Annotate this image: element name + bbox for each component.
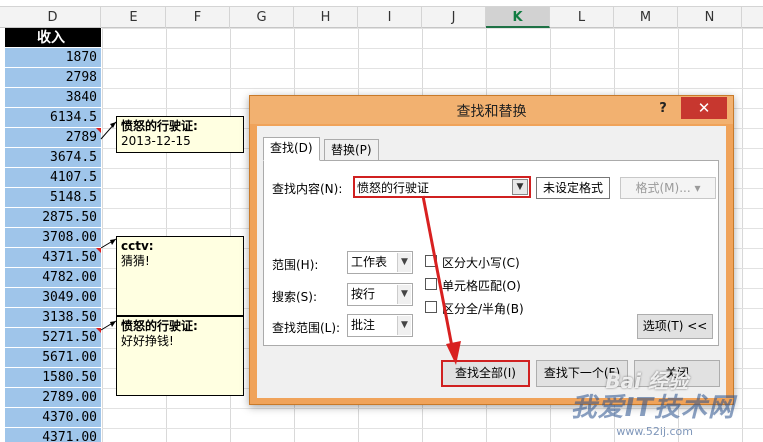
look-in-label: 查找范围(L): bbox=[272, 321, 341, 335]
chevron-down-icon[interactable]: ▼ bbox=[397, 253, 411, 272]
match-width-label: 区分全/半角(B) bbox=[442, 302, 524, 316]
match-case-label: 区分大小写(C) bbox=[442, 256, 520, 270]
dialog-title-bar[interactable]: 查找和替换 ? ✕ bbox=[250, 96, 733, 124]
chevron-down-icon[interactable]: ▼ bbox=[512, 179, 528, 195]
comment-author: 愤怒的行驶证: bbox=[121, 119, 198, 133]
find-what-input[interactable] bbox=[357, 179, 505, 195]
find-what-label: 查找内容(N): bbox=[272, 182, 343, 196]
tab-find[interactable]: 查找(D) bbox=[263, 137, 320, 161]
look-in-value: 批注 bbox=[351, 318, 376, 332]
chevron-down-icon[interactable]: ▼ bbox=[397, 285, 411, 304]
comment-box[interactable]: cctv: 猜猜! bbox=[116, 236, 244, 316]
chevron-down-icon[interactable]: ▼ bbox=[397, 316, 411, 335]
format-preview: 未设定格式 bbox=[536, 177, 610, 199]
find-replace-dialog[interactable]: 查找和替换 ? ✕ 查找(D) 替换(P) 查找内容(N): ▼ 未设定格式 格… bbox=[249, 95, 734, 405]
match-cell-label: 单元格匹配(O) bbox=[442, 279, 521, 293]
watermark: Bai 经验 我爱IT技术网 www.52ij.com bbox=[533, 362, 763, 442]
comment-text: 好好挣钱! bbox=[121, 334, 174, 348]
search-select[interactable]: 按行 ▼ bbox=[347, 283, 413, 306]
tab-replace[interactable]: 替换(P) bbox=[324, 139, 379, 161]
find-all-button[interactable]: 查找全部(I) bbox=[441, 360, 530, 387]
scope-label: 范围(H): bbox=[272, 258, 319, 272]
scope-select[interactable]: 工作表 ▼ bbox=[347, 251, 413, 274]
watermark-title: 我爱IT技术网 bbox=[570, 393, 735, 423]
dialog-body: 查找(D) 替换(P) 查找内容(N): ▼ 未设定格式 格式(M)... ▾ … bbox=[257, 126, 726, 398]
comment-text: 猜猜! bbox=[121, 254, 150, 268]
close-icon[interactable]: ✕ bbox=[681, 97, 727, 119]
format-button[interactable]: 格式(M)... ▾ bbox=[620, 177, 716, 199]
comment-box[interactable]: 愤怒的行驶证: 2013-12-15 bbox=[116, 116, 244, 153]
watermark-site: www.52ij.com bbox=[616, 425, 693, 438]
match-cell-checkbox[interactable] bbox=[425, 278, 437, 290]
match-case-checkbox[interactable] bbox=[425, 255, 437, 267]
comment-box[interactable]: 愤怒的行驶证: 好好挣钱! bbox=[116, 316, 244, 396]
match-width-checkbox[interactable] bbox=[425, 301, 437, 313]
search-label: 搜索(S): bbox=[272, 290, 318, 304]
look-in-select[interactable]: 批注 ▼ bbox=[347, 314, 413, 337]
find-what-combobox[interactable]: ▼ bbox=[353, 176, 531, 198]
comment-text: 2013-12-15 bbox=[121, 134, 191, 148]
find-tab-panel: 查找内容(N): ▼ 未设定格式 格式(M)... ▾ 范围(H): 工作表 ▼… bbox=[263, 160, 719, 346]
comment-author: cctv: bbox=[121, 239, 154, 253]
scope-value: 工作表 bbox=[351, 255, 388, 269]
search-value: 按行 bbox=[351, 287, 376, 301]
options-button[interactable]: 选项(T) << bbox=[637, 314, 713, 339]
comment-author: 愤怒的行驶证: bbox=[121, 319, 198, 333]
help-button[interactable]: ? bbox=[653, 99, 673, 119]
